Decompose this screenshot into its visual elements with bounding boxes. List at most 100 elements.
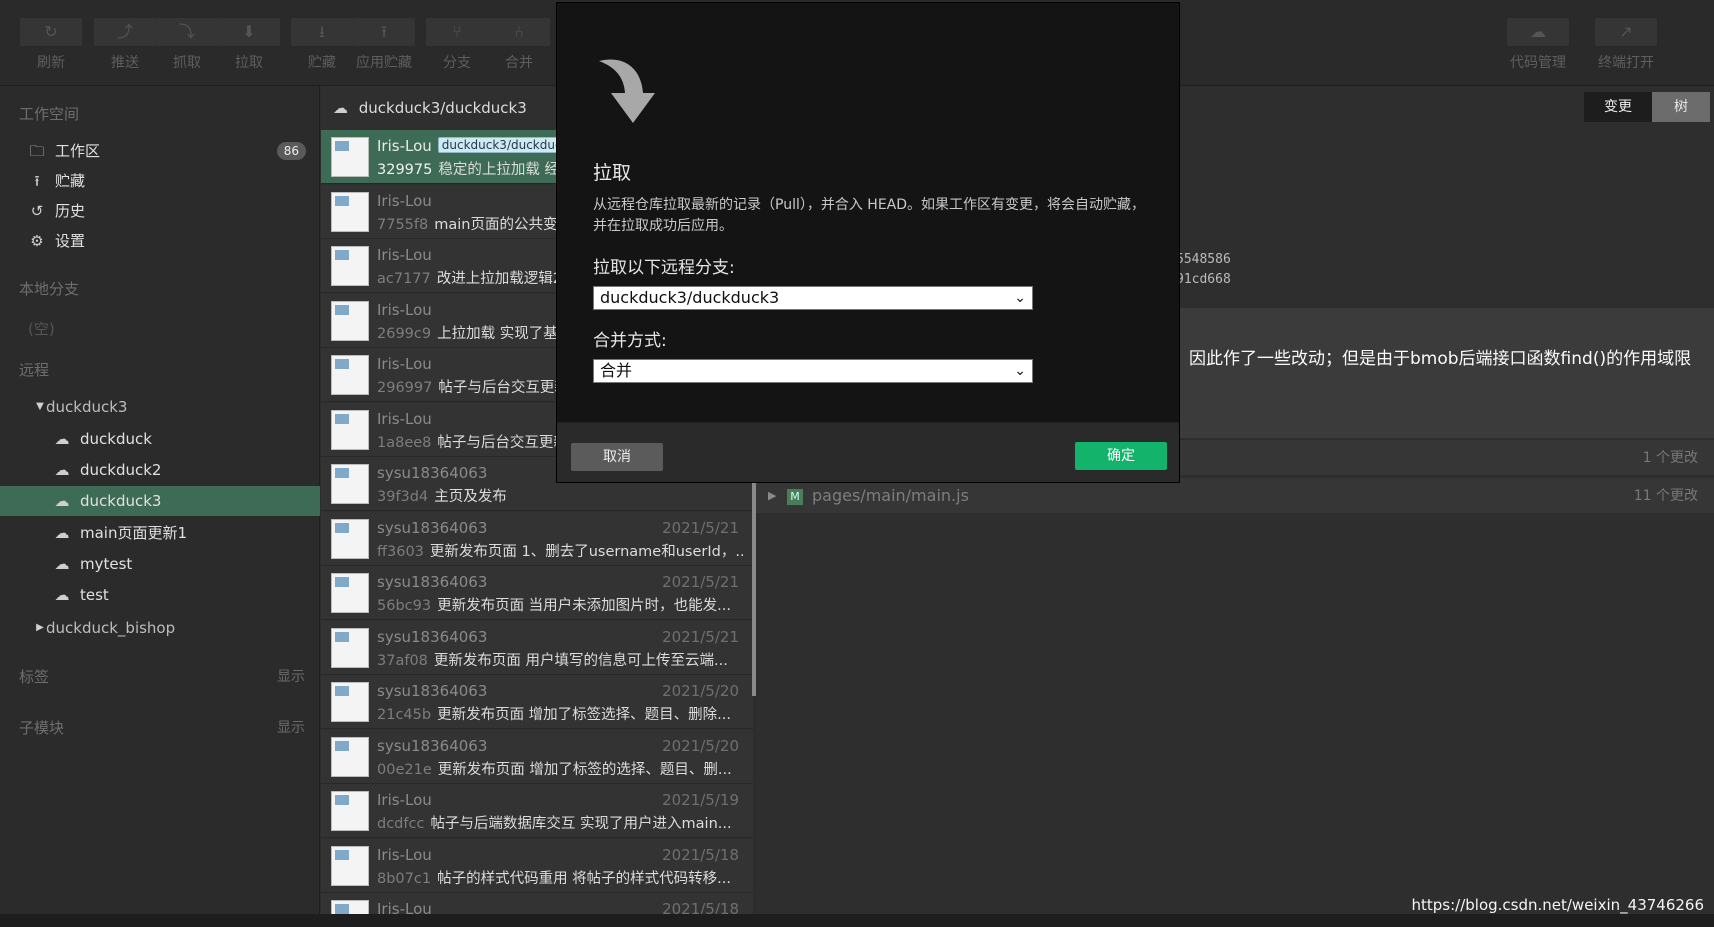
commit-author: Iris-Lou: [377, 191, 432, 210]
avatar: [331, 682, 369, 722]
pull-arrow-icon: [599, 59, 655, 123]
commit-message-preview: 39f3d4 主页及发布: [377, 489, 507, 505]
stash-button[interactable]: ⭳ 贮藏: [291, 18, 353, 74]
commit-author: Iris-Lou: [377, 246, 432, 264]
summary-count: 1 个更改: [1642, 450, 1698, 466]
tab-changes[interactable]: 变更: [1584, 92, 1652, 122]
remote-group-duckduck-bishop[interactable]: ▶ duckduck_bishop: [0, 613, 320, 643]
sidebar-item-stash[interactable]: ⭱ 贮藏: [0, 166, 320, 196]
local-branches-empty: (空): [28, 320, 55, 338]
commit-author: sysu18364063: [377, 518, 488, 537]
push-button[interactable]: ⤴ 推送: [94, 18, 156, 74]
commit-row[interactable]: sysu18364063 2021/5/20 21c45b 更新发布页面 增加了标签选…: [321, 675, 753, 729]
remote-branch-duckduck3[interactable]: ☁ duckduck3: [0, 486, 320, 516]
terminal-open-button[interactable]: ↗ 终端打开: [1595, 18, 1657, 74]
pull-dialog: 拉取 从远程仓库拉取最新的记录（Pull），并合入 HEAD。如果工作区有变更，…: [556, 2, 1180, 483]
commit-message-preview: 37af08 更新发布页面 用户填写的信息可上传至云端...: [377, 652, 728, 669]
commit-author: Iris-Lou: [377, 409, 432, 428]
commit-row[interactable]: sysu18364063 2021/5/21 56bc93 更新发布页面 当用户未添加…: [321, 566, 753, 620]
remote-group-duckduck3[interactable]: ▼ duckduck3: [0, 392, 320, 422]
avatar: [331, 246, 369, 286]
commit-hash: 1a8ee8: [377, 434, 432, 451]
commit-date: 2021/5/21: [662, 573, 739, 591]
remote-branch-main-update1[interactable]: ☁ main页面更新1: [0, 518, 320, 548]
change-count-badge: 86: [276, 142, 306, 160]
branch-select[interactable]: duckduck3/duckduck3 ⌄: [593, 286, 1033, 310]
stash-icon: ⭱: [34, 172, 40, 190]
branch-tag: duckduck3/duckduck: [437, 137, 573, 153]
commit-row[interactable]: Iris-Lou 2021/5/18 8b07c1 帖子的样式代码重用 将帖子的样式代…: [321, 838, 753, 893]
push-icon: ⤴: [94, 18, 156, 46]
apply-stash-icon: ⭱: [353, 18, 415, 46]
commit-message-preview: ff3603 更新发布页面 1、删去了username和userId，...: [377, 543, 743, 560]
dialog-footer: 取消 确定: [557, 422, 1179, 482]
commit-author: sysu18364063: [377, 627, 488, 646]
fetch-button[interactable]: ⤵ 抓取: [156, 18, 218, 74]
confirm-button[interactable]: 确定: [1075, 442, 1167, 470]
remote-branch-mytest[interactable]: ☁ mytest: [0, 549, 320, 579]
commit-row[interactable]: sysu18364063 2021/5/20 00e21e 更新发布页面 增加了标签的…: [321, 729, 753, 784]
commit-hash: 39f3d4: [377, 489, 429, 505]
commit-hash: ac7177: [377, 271, 431, 287]
branch-button[interactable]: ⑂ 分支: [426, 18, 488, 74]
tab-tree[interactable]: 树: [1652, 92, 1710, 122]
commit-hash: 329975: [377, 162, 433, 178]
refresh-button[interactable]: ↻ 刷新: [20, 18, 82, 74]
avatar: [331, 573, 369, 613]
stash-icon: ⭳: [291, 18, 353, 46]
submodules-title: 子模块: [19, 719, 65, 737]
merge-mode-value: 合并: [600, 361, 633, 380]
commit-row[interactable]: sysu18364063 2021/5/21 37af08 更新发布页面 用户填写的信…: [321, 620, 753, 675]
tags-title: 标签: [19, 668, 50, 686]
modified-status-badge: M: [787, 489, 803, 505]
avatar: [331, 518, 369, 559]
commit-row[interactable]: sysu18364063 2021/5/21 ff3603 更新发布页面 1、删去了u…: [321, 511, 753, 566]
file-path: pages/main/main.js: [812, 486, 969, 505]
remote-branch-test[interactable]: ☁ test: [0, 580, 320, 610]
commit-hash: 7755f8: [377, 216, 429, 233]
pull-button[interactable]: ⬇ 拉取: [218, 18, 280, 74]
workspace-title: 工作空间: [19, 105, 80, 123]
submodules-show-link[interactable]: 显示: [277, 717, 305, 737]
avatar: [331, 627, 369, 668]
merge-button[interactable]: ⑃ 合并: [488, 18, 550, 74]
avatar: [331, 300, 369, 341]
sidebar-item-workspace[interactable]: 🗀 工作区 86: [0, 136, 320, 166]
commit-hash: 296997: [377, 380, 433, 396]
commit-hash: dcdfcc: [377, 816, 425, 832]
commit-author: Iris-Lou: [377, 355, 432, 373]
cloud-icon: ☁: [54, 492, 70, 510]
remote-title: 远程: [19, 361, 50, 379]
chevron-down-icon: ⌄: [1014, 363, 1026, 379]
remote-branch-duckduck[interactable]: ☁ duckduck: [0, 424, 320, 454]
tags-show-link[interactable]: 显示: [277, 666, 305, 686]
cloud-icon: ☁: [54, 430, 70, 448]
parent-sha: 5548586: [1176, 252, 1231, 267]
avatar: [331, 191, 369, 232]
merge-mode-select[interactable]: 合并 ⌄: [593, 359, 1033, 383]
remote-branch-duckduck2[interactable]: ☁ duckduck2: [0, 455, 320, 485]
terminal-open-icon: ↗: [1595, 18, 1657, 46]
avatar: [331, 464, 369, 504]
local-branches-title: 本地分支: [19, 280, 80, 298]
sidebar-item-history[interactable]: ↺ 历史: [0, 196, 320, 226]
apply-stash-button[interactable]: ⭱ 应用贮藏: [353, 18, 415, 74]
code-manage-button[interactable]: ☁ 代码管理: [1507, 18, 1569, 74]
refresh-icon: ↻: [20, 18, 82, 46]
commit-message-preview: 8b07c1 帖子的样式代码重用 将帖子的样式代码转移...: [377, 870, 732, 887]
branch-icon: ⑂: [426, 18, 488, 46]
sidebar-item-settings[interactable]: ⚙ 设置: [0, 226, 320, 256]
cancel-button[interactable]: 取消: [571, 443, 663, 471]
avatar: [331, 845, 369, 886]
commit-sha: 91cd668: [1176, 272, 1231, 287]
commit-author: Iris-Lou duckduck3/duckduck: [377, 137, 573, 155]
commit-message-preview: 56bc93 更新发布页面 当用户未添加图片时，也能发...: [377, 598, 732, 614]
folder-icon: 🗀: [29, 142, 45, 160]
commit-date: 2021/5/19: [662, 791, 739, 809]
commit-author: Iris-Lou: [377, 845, 432, 864]
file-row[interactable]: ▶ M pages/main/main.js 11 个更改: [756, 478, 1714, 514]
commit-hash: 56bc93: [377, 598, 432, 614]
commit-date: 2021/5/18: [662, 845, 739, 864]
cloud-icon: ☁: [54, 461, 70, 479]
commit-row[interactable]: Iris-Lou 2021/5/19 dcdfcc 帖子与后端数据库交互 实现了用户进…: [321, 784, 753, 838]
